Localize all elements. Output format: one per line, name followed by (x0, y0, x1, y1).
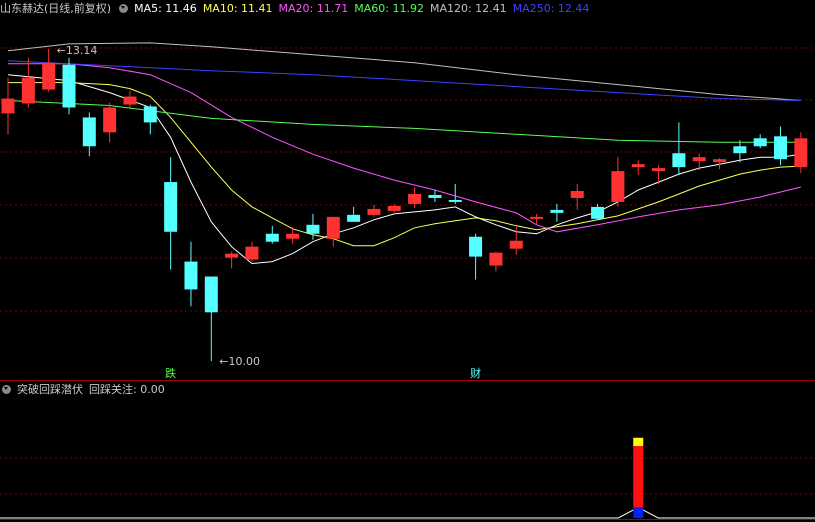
candle-body-up (692, 157, 706, 162)
candle-body-down (550, 209, 564, 213)
candle-body-down (184, 261, 198, 290)
candle-body-down (733, 146, 747, 154)
candlestick-chart[interactable]: ←13.14 ←10.00 跌 财 (0, 0, 815, 522)
candle-body-up (123, 96, 137, 105)
indicator-menu-icon[interactable] (2, 385, 11, 394)
candle-body-up (408, 193, 422, 204)
candle-body-up (713, 159, 727, 163)
candle-body-up (42, 62, 56, 90)
indicator-header: 突破回踩潜伏 回踩关注: 0.00 (0, 382, 171, 398)
candle-body-down (672, 153, 686, 168)
indicator-line (0, 506, 815, 519)
candle-body-up (530, 216, 544, 219)
candle-body-up (286, 233, 300, 239)
candle-body-up (387, 205, 401, 211)
candle-body-down (448, 199, 462, 202)
ma-line-ma20 (8, 63, 802, 233)
candle-body-up (794, 138, 808, 168)
candle-body-up (367, 208, 381, 215)
candle-body-down (469, 236, 483, 257)
candle-body-up (21, 77, 35, 104)
candle-body-down (265, 233, 279, 242)
candle-body-up (245, 246, 259, 260)
candle-body-down (164, 182, 178, 232)
candle-body-down (428, 194, 442, 198)
event-marker: 跌 (165, 366, 176, 380)
candle-body-up (509, 240, 523, 249)
candle-body-down (306, 224, 320, 234)
candle-body-up (611, 171, 625, 202)
candle-body-down (62, 64, 76, 108)
indicator-name: 突破回踩潜伏 (17, 383, 83, 396)
ma-line-ma60 (7, 100, 801, 143)
indicator-bar-blue (633, 507, 644, 518)
candle-body-up (631, 164, 645, 168)
candle-body-down (143, 106, 157, 123)
ma-line-ma120 (7, 42, 801, 101)
candle-body-down (591, 206, 605, 219)
price-annotation: ←13.14 (57, 44, 98, 57)
candle-body-down (204, 276, 218, 313)
candle-body-down (82, 117, 96, 147)
candle-body-down (774, 136, 788, 160)
candle-body-up (570, 191, 584, 198)
indicator-bar-yellow (633, 437, 644, 447)
candle-body-up (326, 216, 340, 239)
price-annotation: ←10.00 (219, 355, 260, 368)
indicator-value: 回踩关注: 0.00 (89, 383, 165, 396)
candle-body-up (489, 252, 503, 266)
candle-body-down (753, 138, 767, 147)
candle-body-up (225, 253, 239, 258)
candle-body-down (347, 214, 361, 222)
candle-body-up (652, 168, 666, 172)
candle-body-up (103, 107, 117, 133)
event-marker: 财 (470, 366, 481, 380)
ma-line-ma250 (7, 60, 801, 101)
indicator-bar-red (633, 446, 644, 508)
candle-body-up (1, 98, 15, 114)
